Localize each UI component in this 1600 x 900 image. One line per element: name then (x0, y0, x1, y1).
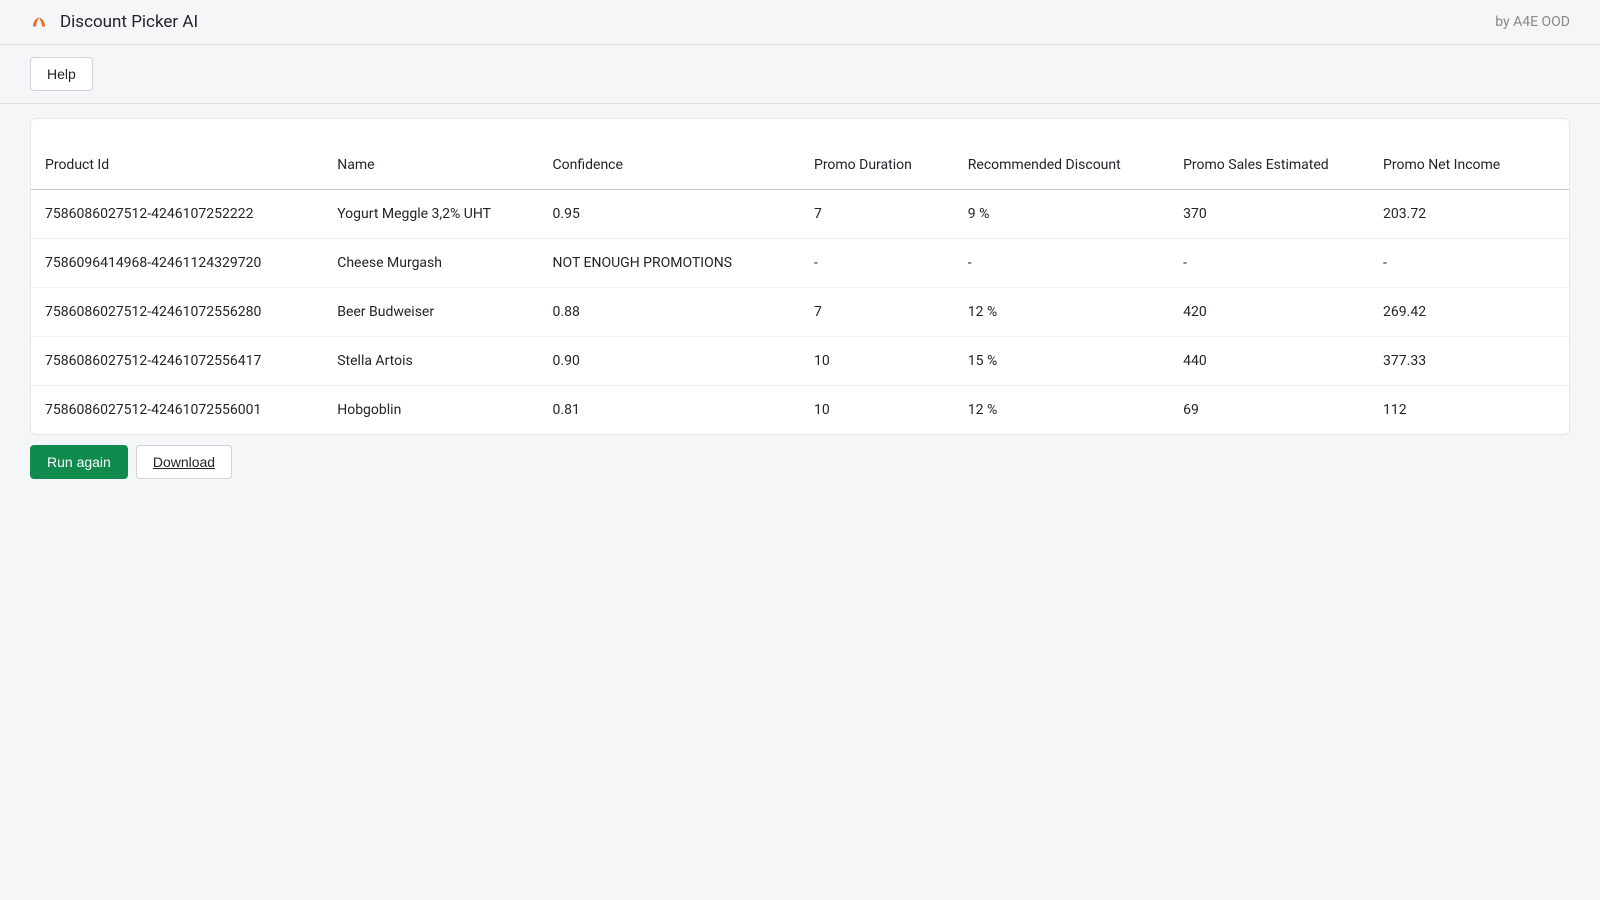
cell-confidence: 0.90 (539, 337, 800, 386)
cell-name: Cheese Murgash (323, 239, 538, 288)
cell-promo-sales-estimated: 370 (1169, 190, 1369, 239)
cell-product-id: 7586096414968-42461124329720 (31, 239, 323, 288)
cell-promo-net-income: 269.42 (1369, 288, 1569, 337)
header-promo-duration: Promo Duration (800, 119, 954, 190)
cell-recommended-discount: - (954, 239, 1169, 288)
header-product-id: Product Id (31, 119, 323, 190)
table-header-row: Product Id Name Confidence Promo Duratio… (31, 119, 1569, 190)
header-name: Name (323, 119, 538, 190)
cell-confidence: NOT ENOUGH PROMOTIONS (539, 239, 800, 288)
cell-promo-duration: 7 (800, 190, 954, 239)
table-row: 7586086027512-42461072556280Beer Budweis… (31, 288, 1569, 337)
actions-bar: Run again Download (30, 445, 1570, 479)
cell-promo-duration: 7 (800, 288, 954, 337)
table-row: 7586086027512-4246107252222Yogurt Meggle… (31, 190, 1569, 239)
results-card: Product Id Name Confidence Promo Duratio… (30, 118, 1570, 435)
cell-promo-net-income: 203.72 (1369, 190, 1569, 239)
app-logo-icon (30, 13, 48, 31)
cell-promo-sales-estimated: 69 (1169, 386, 1369, 435)
cell-name: Hobgoblin (323, 386, 538, 435)
header-confidence: Confidence (539, 119, 800, 190)
run-again-button[interactable]: Run again (30, 445, 128, 479)
cell-name: Stella Artois (323, 337, 538, 386)
app-title: Discount Picker AI (60, 12, 198, 32)
download-button[interactable]: Download (136, 445, 232, 479)
header-recommended-discount: Recommended Discount (954, 119, 1169, 190)
toolbar: Help (0, 45, 1600, 104)
cell-promo-sales-estimated: 420 (1169, 288, 1369, 337)
results-table: Product Id Name Confidence Promo Duratio… (31, 119, 1569, 434)
cell-confidence: 0.88 (539, 288, 800, 337)
cell-product-id: 7586086027512-42461072556001 (31, 386, 323, 435)
cell-promo-duration: - (800, 239, 954, 288)
table-row: 7586086027512-42461072556417Stella Artoi… (31, 337, 1569, 386)
cell-promo-sales-estimated: 440 (1169, 337, 1369, 386)
cell-confidence: 0.81 (539, 386, 800, 435)
cell-promo-duration: 10 (800, 386, 954, 435)
cell-name: Beer Budweiser (323, 288, 538, 337)
cell-name: Yogurt Meggle 3,2% UHT (323, 190, 538, 239)
cell-recommended-discount: 15 % (954, 337, 1169, 386)
cell-product-id: 7586086027512-42461072556280 (31, 288, 323, 337)
cell-product-id: 7586086027512-4246107252222 (31, 190, 323, 239)
header-promo-sales-estimated: Promo Sales Estimated (1169, 119, 1369, 190)
cell-recommended-discount: 12 % (954, 288, 1169, 337)
header-left: Discount Picker AI (30, 12, 198, 32)
cell-recommended-discount: 9 % (954, 190, 1169, 239)
cell-promo-sales-estimated: - (1169, 239, 1369, 288)
cell-promo-duration: 10 (800, 337, 954, 386)
header: Discount Picker AI by A4E OOD (0, 0, 1600, 45)
help-button[interactable]: Help (30, 57, 93, 91)
table-row: 7586096414968-42461124329720Cheese Murga… (31, 239, 1569, 288)
cell-promo-net-income: - (1369, 239, 1569, 288)
table-row: 7586086027512-42461072556001Hobgoblin0.8… (31, 386, 1569, 435)
cell-product-id: 7586086027512-42461072556417 (31, 337, 323, 386)
cell-promo-net-income: 377.33 (1369, 337, 1569, 386)
cell-recommended-discount: 12 % (954, 386, 1169, 435)
header-byline: by A4E OOD (1495, 14, 1570, 30)
content: Product Id Name Confidence Promo Duratio… (0, 104, 1600, 509)
header-promo-net-income: Promo Net Income (1369, 119, 1569, 190)
cell-confidence: 0.95 (539, 190, 800, 239)
cell-promo-net-income: 112 (1369, 386, 1569, 435)
